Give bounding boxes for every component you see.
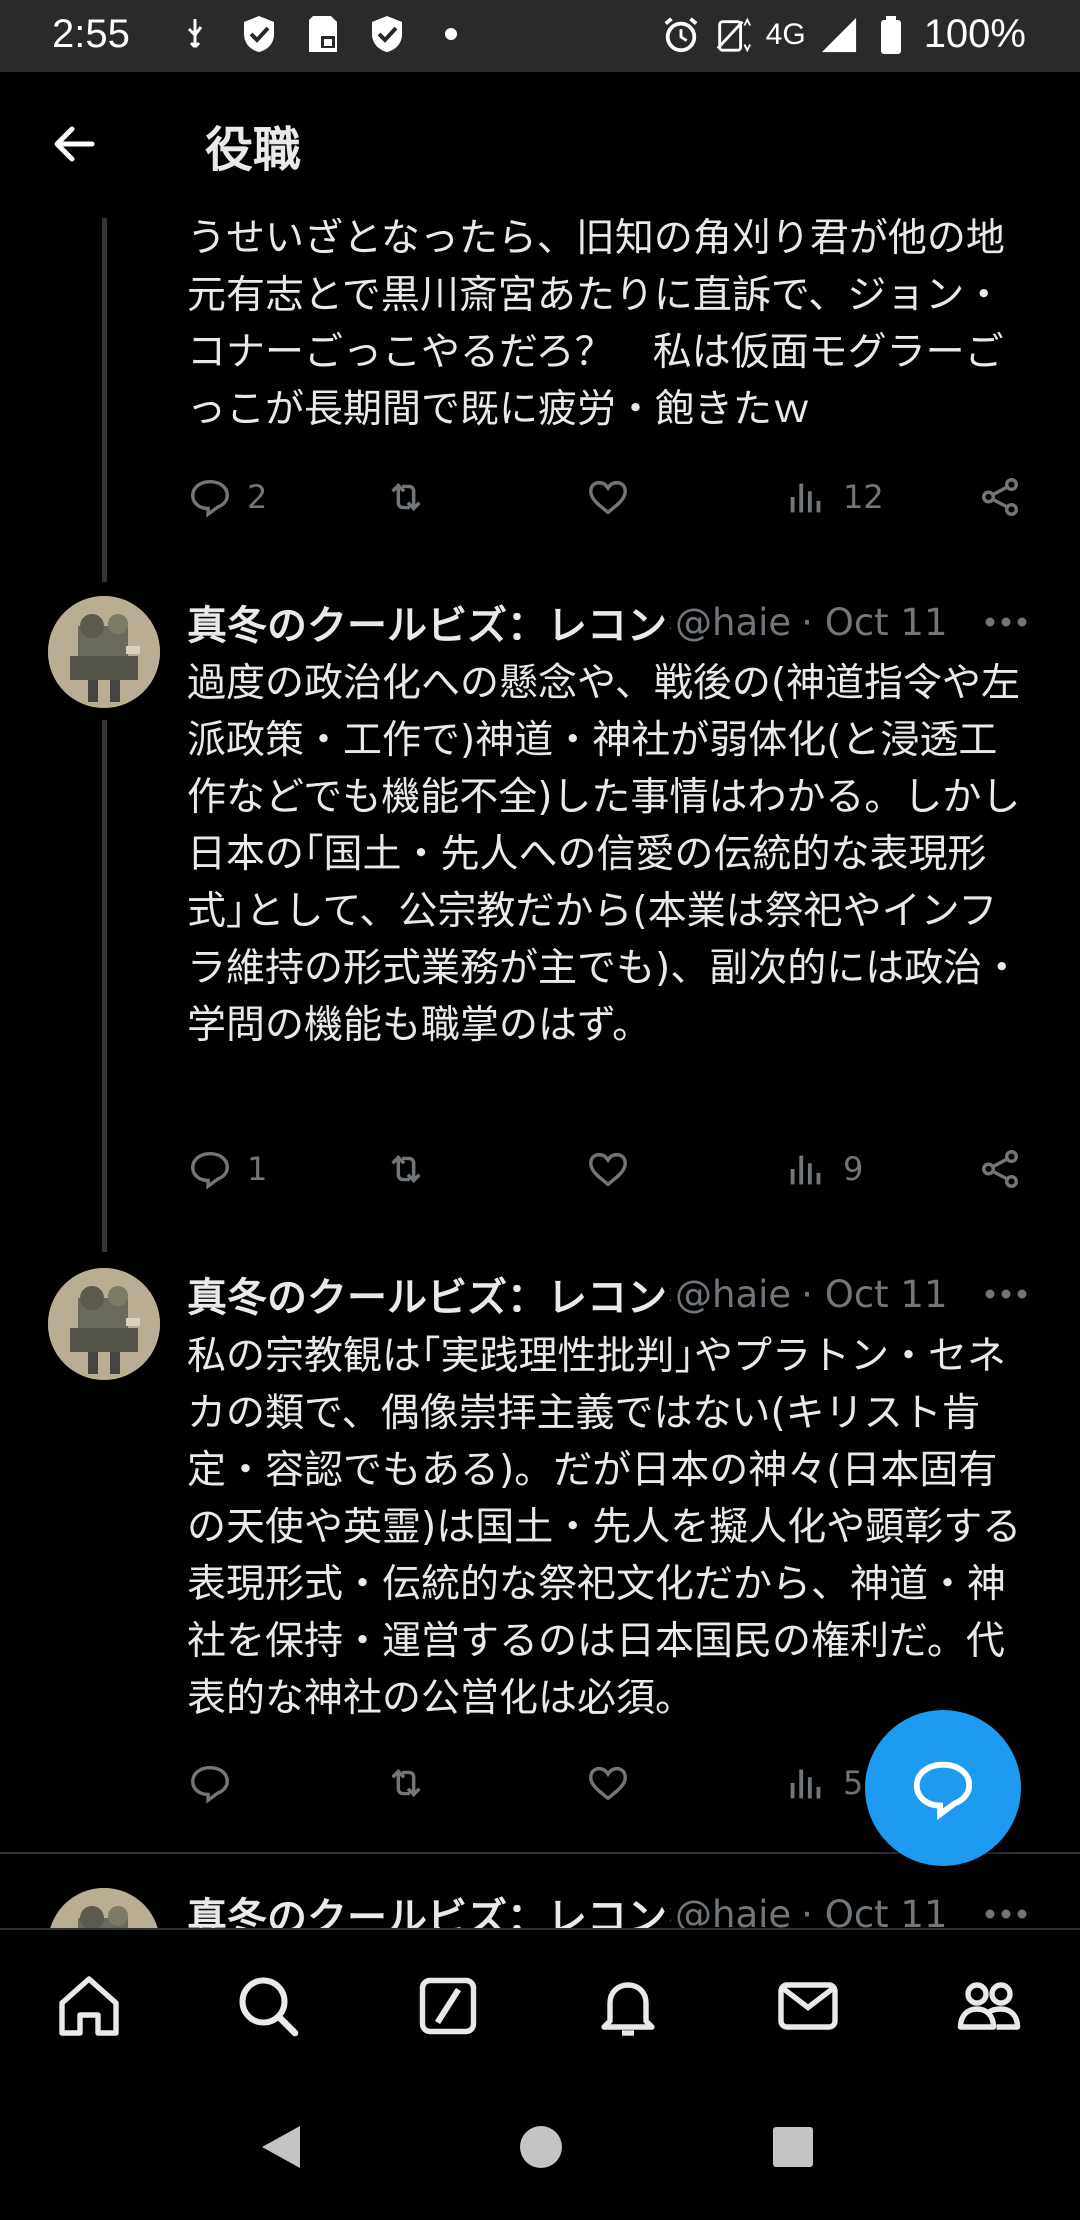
like-button[interactable] <box>585 1760 631 1806</box>
display-name[interactable]: 真冬のクールビズ：レコンキスタ <box>187 1265 671 1323</box>
views-button[interactable]: 12 <box>783 474 884 520</box>
home-icon[interactable] <box>53 1970 125 2042</box>
tweet-text: 過度の政治化への懸念や、戦後の(神道指令や左派政策・工作で)神道・神社が弱体化(… <box>187 661 1022 1048</box>
retweet-icon <box>391 1769 421 1797</box>
avatar[interactable] <box>48 596 160 708</box>
views-count: 12 <box>843 478 884 516</box>
avatar[interactable] <box>48 1268 160 1380</box>
usb-icon <box>176 14 214 54</box>
battery-icon <box>872 15 910 55</box>
share-icon <box>981 1150 1019 1188</box>
reply-icon <box>191 1151 229 1190</box>
status-bar: 2:55 4G 100% <box>0 0 1080 72</box>
views-button[interactable]: 5 <box>783 1760 863 1806</box>
system-home-icon[interactable] <box>518 2124 564 2170</box>
tweet-text: 私の宗教観は｢実践理性批判｣やプラトン・セネカの類で、偶像崇拝主義ではない(キリ… <box>187 1334 1022 1721</box>
views-count: 9 <box>843 1150 864 1188</box>
battery-percent: 100% <box>923 12 1026 56</box>
shield-check-icon-2 <box>368 14 406 54</box>
reply-button[interactable]: 1 <box>187 1146 267 1192</box>
page-title: 役職 <box>205 122 302 178</box>
tweet-header: 真冬のクールビズ：レコンキスタ @haie · Oct 11 <box>187 594 1057 650</box>
heart-icon <box>589 1766 627 1801</box>
chat-bubble-icon <box>913 1761 973 1821</box>
system-recents-icon[interactable] <box>772 2126 814 2168</box>
display-name[interactable]: 真冬のクールビズ：レコンキスタ <box>187 593 671 651</box>
alarm-icon <box>662 15 700 55</box>
status-notification-icons <box>176 14 470 54</box>
user-handle[interactable]: @haie <box>675 601 791 644</box>
reply-button[interactable] <box>187 1760 247 1806</box>
reply-icon <box>191 479 229 518</box>
top-app-bar: 役職 <box>0 72 1080 218</box>
like-button[interactable] <box>585 1146 631 1192</box>
tweet-actions: 1 9 <box>187 1146 1027 1206</box>
new-message-fab[interactable] <box>865 1710 1021 1866</box>
system-navigation-bar <box>0 2078 1080 2220</box>
views-count: 5 <box>843 1764 864 1802</box>
communities-icon[interactable] <box>953 1970 1025 2042</box>
share-icon <box>981 478 1019 516</box>
notifications-icon[interactable] <box>592 1970 664 2042</box>
shield-check-icon <box>240 14 278 54</box>
back-arrow-icon[interactable] <box>46 116 102 172</box>
tweet-actions: 2 12 <box>187 474 1027 534</box>
thread-line <box>102 218 107 582</box>
share-button[interactable] <box>977 1146 1023 1192</box>
analytics-icon <box>790 1769 821 1799</box>
sd-card-lock-icon <box>304 14 342 54</box>
tweet-text: うせいざとなったら、旧知の角刈り君が他の地元有志とで黒川斎宮あたりに直訴で、ジョ… <box>187 216 1005 432</box>
data-off-icon <box>714 15 752 55</box>
signal-icon <box>820 15 858 55</box>
retweet-icon <box>391 1155 421 1183</box>
status-time: 2:55 <box>52 12 130 56</box>
bottom-navigation <box>0 1928 1080 2080</box>
analytics-icon <box>790 483 821 513</box>
analytics-icon <box>790 1155 821 1185</box>
reply-button[interactable]: 2 <box>187 474 267 520</box>
more-options-icon[interactable] <box>979 594 1033 650</box>
heart-icon <box>589 480 627 515</box>
user-handle[interactable]: @haie <box>675 1273 791 1316</box>
reply-icon <box>191 1765 229 1804</box>
reply-count: 2 <box>247 478 268 516</box>
retweet-button[interactable] <box>383 474 429 520</box>
tweet-date[interactable]: · Oct 11 <box>801 1273 947 1316</box>
views-button[interactable]: 9 <box>783 1146 863 1192</box>
tweet-header: 真冬のクールビズ：レコンキスタ @haie · Oct 11 <box>187 1266 1057 1322</box>
network-type: 4G <box>765 17 806 51</box>
retweet-button[interactable] <box>383 1146 429 1192</box>
like-button[interactable] <box>585 474 631 520</box>
search-icon[interactable] <box>232 1970 304 2042</box>
grok-icon[interactable] <box>412 1970 484 2042</box>
share-button[interactable] <box>977 474 1023 520</box>
retweet-button[interactable] <box>383 1760 429 1806</box>
heart-icon <box>589 1152 627 1187</box>
dot-icon <box>432 14 470 54</box>
messages-icon[interactable] <box>772 1970 844 2042</box>
system-back-icon[interactable] <box>256 2122 306 2172</box>
tweet-date[interactable]: · Oct 11 <box>801 601 947 644</box>
reply-count: 1 <box>247 1150 268 1188</box>
retweet-icon <box>391 483 421 511</box>
status-right-group: 4G 100% <box>662 12 1026 57</box>
more-options-icon[interactable] <box>979 1266 1033 1322</box>
thread-line <box>102 720 107 1252</box>
